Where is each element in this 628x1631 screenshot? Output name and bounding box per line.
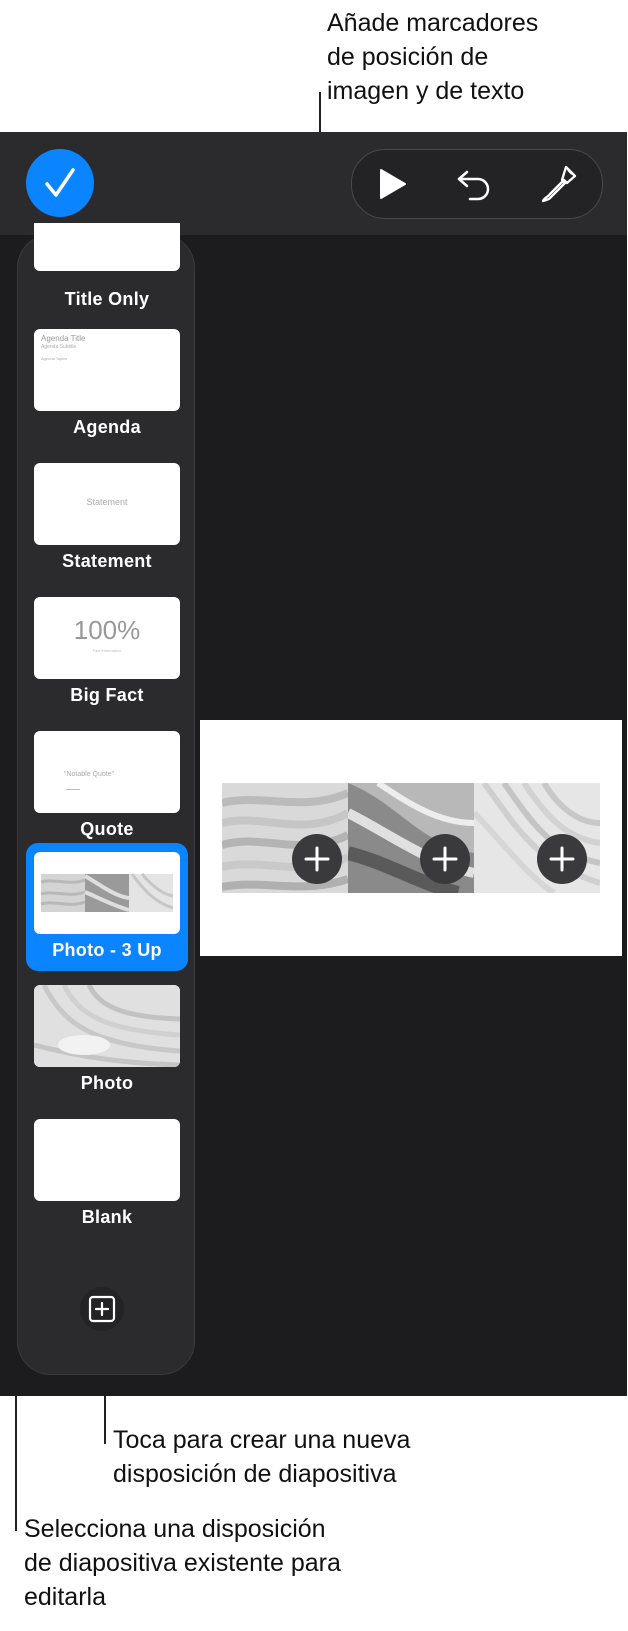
layout-thumbnail [34,1119,180,1201]
undo-icon [457,170,490,201]
layout-photo[interactable]: Photo [26,977,188,1103]
layout-statement[interactable]: Statement Statement [26,455,188,581]
done-button[interactable] [26,149,94,217]
layout-photo-3-up[interactable]: Photo - 3 Up [26,843,188,971]
layout-big-fact[interactable]: 100% Fact information Big Fact [26,589,188,715]
checkmark-icon [45,168,75,197]
slide[interactable] [200,720,622,956]
layout-blank[interactable]: Blank [26,1111,188,1237]
format-button[interactable] [535,160,583,208]
layout-thumbnail [34,985,180,1067]
layout-thumbnail [34,852,180,934]
layout-agenda[interactable]: Agenda Title Agenda Subtitle Agenda Topi… [26,321,188,447]
add-layout-icon [88,1295,116,1323]
layout-label: Quote [80,819,134,839]
photo-3-up-thumbnail [40,873,174,912]
slide-canvas [200,237,627,1396]
layout-thumbnail: 100% Fact information [34,597,180,679]
toolbar [0,132,627,235]
layout-label: Agenda [73,417,141,437]
slide-layout-panel: Title Only Agenda Title Agenda Subtitle … [17,223,195,1375]
paintbrush-icon [541,165,577,203]
plus-icon [549,846,575,872]
plus-icon [432,846,458,872]
play-icon [380,169,406,199]
add-layout-button[interactable] [80,1287,124,1331]
layout-quote[interactable]: "Notable Quote" Quote [26,723,188,849]
image-placeholder-3[interactable] [474,783,600,893]
layout-thumbnail: Statement [34,463,180,545]
photo-thumbnail [34,985,180,1067]
layout-label: Blank [81,1207,133,1227]
layout-label: Photo - 3 Up [52,940,162,960]
callout-select-layout: Selecciona una disposición de diapositiv… [24,1515,341,1611]
plus-icon [304,846,330,872]
layout-thumbnail: Agenda Title Agenda Subtitle Agenda Topi… [34,329,180,411]
layout-label: Photo [80,1073,134,1093]
layout-label: Title Only [64,289,150,309]
layout-label: Statement [62,551,152,571]
layout-thumbnail: "Notable Quote" [34,731,180,813]
add-image-button-1[interactable] [292,834,342,884]
callout-new-layout: Toca para crear una nueva disposición de… [113,1426,411,1488]
tools-pill [351,149,603,219]
play-button[interactable] [368,160,416,208]
add-image-button-3[interactable] [537,834,587,884]
device-screen: Title Only Agenda Title Agenda Subtitle … [0,132,627,1396]
add-image-button-2[interactable] [420,834,470,884]
undo-button[interactable] [450,160,498,208]
layout-thumbnail [34,223,180,271]
abstract-photo-3 [474,783,600,893]
layout-label: Big Fact [70,685,144,705]
callout-add-placeholders: Añade marcadores de posición de imagen y… [327,9,539,105]
